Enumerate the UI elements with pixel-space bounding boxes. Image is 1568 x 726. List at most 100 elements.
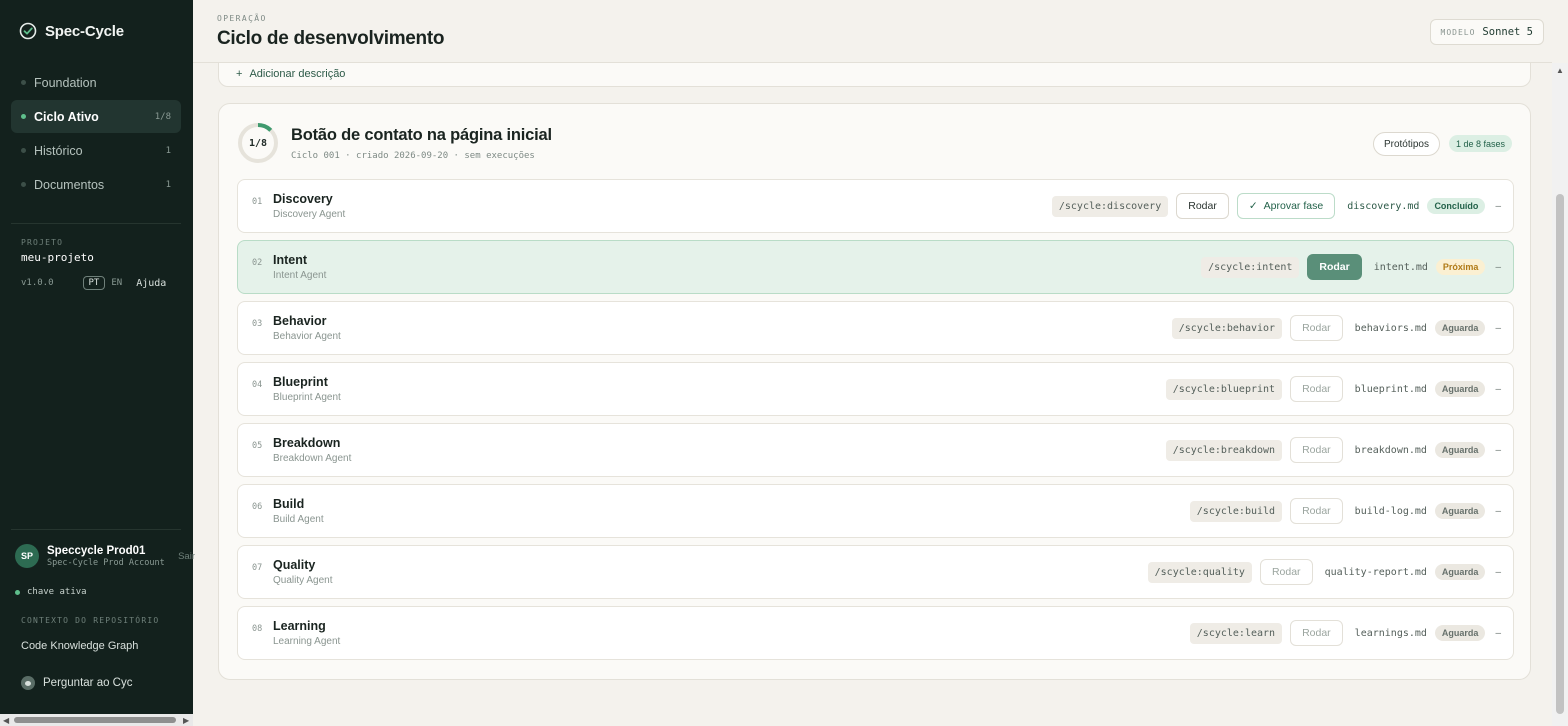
run-button[interactable]: Rodar (1176, 193, 1229, 219)
model-label: MODELO (1440, 27, 1476, 37)
status-badge: Aguarda (1434, 625, 1486, 641)
lang-pt-button[interactable]: PT (82, 276, 106, 290)
collapse-toggle[interactable]: – (1495, 323, 1501, 334)
add-description-button[interactable]: + Adicionar descrição (236, 68, 345, 80)
run-button[interactable]: Rodar (1307, 254, 1362, 280)
status-badge: Aguarda (1434, 442, 1486, 458)
phase-file[interactable]: behaviors.md (1355, 323, 1427, 334)
app-version: v1.0.0 (21, 278, 54, 288)
collapse-toggle[interactable]: – (1495, 445, 1501, 456)
model-selector[interactable]: MODELO Sonnet 5 (1429, 19, 1544, 45)
key-status-label: chave ativa (27, 587, 87, 597)
progress-label: 1/8 (248, 137, 268, 149)
app-name: Spec-Cycle (45, 22, 124, 40)
phase-row-behavior: 03 Behavior Behavior Agent /scycle:behav… (237, 301, 1514, 355)
phase-agent: Learning Agent (273, 636, 341, 647)
sidebar-item-label: Histórico (34, 143, 83, 158)
user-info: Speccycle Prod01 Spec-Cycle Prod Account (47, 545, 178, 568)
nav-dot-icon (21, 182, 26, 187)
phase-number: 03 (252, 319, 263, 329)
phase-file[interactable]: learnings.md (1355, 628, 1427, 639)
brand[interactable]: Spec-Cycle (19, 22, 124, 40)
phase-list: 01 Discovery Discovery Agent /scycle:dis… (237, 179, 1514, 667)
collapse-toggle[interactable]: – (1495, 506, 1501, 517)
vertical-scrollbar[interactable]: ▲ (1552, 63, 1568, 726)
scroll-right-icon[interactable]: ▶ (183, 716, 189, 725)
add-description-label: Adicionar descrição (249, 68, 346, 80)
context-label: CONTEXTO DO REPOSITÓRIO (21, 616, 160, 625)
run-button[interactable]: Rodar (1259, 559, 1313, 585)
phase-name: Breakdown (273, 436, 341, 450)
prototypes-button[interactable]: Protótipos (1372, 132, 1440, 156)
phase-row-discovery: 01 Discovery Discovery Agent /scycle:dis… (237, 179, 1514, 233)
phase-row-blueprint: 04 Blueprint Blueprint Agent /scycle:blu… (237, 362, 1514, 416)
collapse-toggle[interactable]: – (1495, 384, 1501, 395)
phase-actions: /scycle:build Rodar build-log.md Aguarda… (1189, 485, 1501, 537)
phase-command[interactable]: /scycle:intent (1201, 256, 1300, 278)
collapse-toggle[interactable]: – (1495, 628, 1501, 639)
phase-command[interactable]: /scycle:discovery (1051, 195, 1169, 217)
phase-file[interactable]: breakdown.md (1355, 445, 1427, 456)
phase-name: Behavior (273, 314, 327, 328)
collapse-toggle[interactable]: – (1495, 262, 1501, 273)
phase-row-quality: 07 Quality Quality Agent /scycle:quality… (237, 545, 1514, 599)
status-badge: Aguarda (1434, 503, 1486, 519)
phase-name: Intent (273, 253, 308, 267)
phase-command[interactable]: /scycle:learn (1189, 622, 1283, 644)
lang-en-button[interactable]: EN (111, 278, 122, 288)
phase-actions: /scycle:behavior Rodar behaviors.md Agua… (1171, 302, 1501, 354)
knowledge-graph-link[interactable]: Code Knowledge Graph (21, 640, 138, 652)
run-button[interactable]: Rodar (1290, 315, 1343, 341)
run-button[interactable]: Rodar (1290, 437, 1343, 463)
phase-agent: Intent Agent (273, 270, 327, 281)
phase-command[interactable]: /scycle:build (1189, 500, 1283, 522)
horizontal-scrollbar[interactable]: ◀ ▶ (0, 714, 193, 726)
phase-command[interactable]: /scycle:behavior (1171, 317, 1283, 339)
phase-file[interactable]: blueprint.md (1355, 384, 1427, 395)
phase-actions: /scycle:blueprint Rodar blueprint.md Agu… (1165, 363, 1501, 415)
phase-command[interactable]: /scycle:blueprint (1165, 378, 1283, 400)
avatar: SP (15, 544, 39, 568)
page-title: Ciclo de desenvolvimento (217, 28, 445, 49)
phase-row-learning: 08 Learning Learning Agent /scycle:learn… (237, 606, 1514, 660)
sidebar-item-foundation[interactable]: Foundation (11, 66, 181, 99)
sidebar-item-ciclo-ativo[interactable]: Ciclo Ativo 1/8 (11, 100, 181, 133)
sidebar-item-label: Ciclo Ativo (34, 109, 99, 124)
phase-file[interactable]: build-log.md (1355, 506, 1427, 517)
phase-file[interactable]: intent.md (1374, 262, 1428, 273)
sidebar-item-historico[interactable]: Histórico 1 (11, 134, 181, 167)
phase-count-badge: 1 de 8 fases (1448, 135, 1512, 152)
ask-cyc-button[interactable]: Perguntar ao Cyc (21, 676, 133, 690)
scroll-left-icon[interactable]: ◀ (3, 716, 9, 725)
phase-file[interactable]: quality-report.md (1325, 567, 1427, 578)
sidebar-item-label: Foundation (34, 75, 97, 90)
phase-file[interactable]: discovery.md (1347, 201, 1419, 212)
scrollbar-thumb[interactable] (14, 717, 176, 723)
collapse-toggle[interactable]: – (1495, 567, 1501, 578)
phase-command[interactable]: /scycle:quality (1147, 561, 1252, 583)
scrollbar-thumb[interactable] (1556, 194, 1564, 714)
check-icon: ✓ (1248, 200, 1258, 212)
status-badge: Concluído (1427, 198, 1486, 214)
phase-number: 08 (252, 624, 263, 634)
phase-row-build: 06 Build Build Agent /scycle:build Rodar… (237, 484, 1514, 538)
scroll-up-icon[interactable]: ▲ (1556, 66, 1564, 75)
run-button[interactable]: Rodar (1290, 376, 1343, 402)
sidebar-item-count: 1 (165, 145, 171, 156)
phase-name: Blueprint (273, 375, 328, 389)
help-link[interactable]: Ajuda (136, 278, 166, 289)
sidebar-item-documentos[interactable]: Documentos 1 (11, 168, 181, 201)
phase-name: Build (273, 497, 305, 511)
run-button[interactable]: Rodar (1290, 498, 1343, 524)
user-account: Spec-Cycle Prod Account (47, 557, 165, 568)
sidebar-item-count: 1 (165, 179, 171, 190)
collapse-toggle[interactable]: – (1495, 201, 1501, 212)
page-header: OPERAÇÃO Ciclo de desenvolvimento MODELO… (193, 0, 1552, 63)
phase-command[interactable]: /scycle:breakdown (1165, 439, 1283, 461)
phase-agent: Quality Agent (273, 575, 333, 586)
run-button[interactable]: Rodar (1290, 620, 1343, 646)
phase-number: 06 (252, 502, 263, 512)
sidebar: Spec-Cycle Foundation Ciclo Ativo 1/8 Hi… (0, 0, 195, 726)
main-content: + Adicionar descrição 1/8 Botão de conta… (193, 43, 1552, 726)
approve-phase-button[interactable]: ✓ Aprovar fase (1236, 193, 1336, 219)
